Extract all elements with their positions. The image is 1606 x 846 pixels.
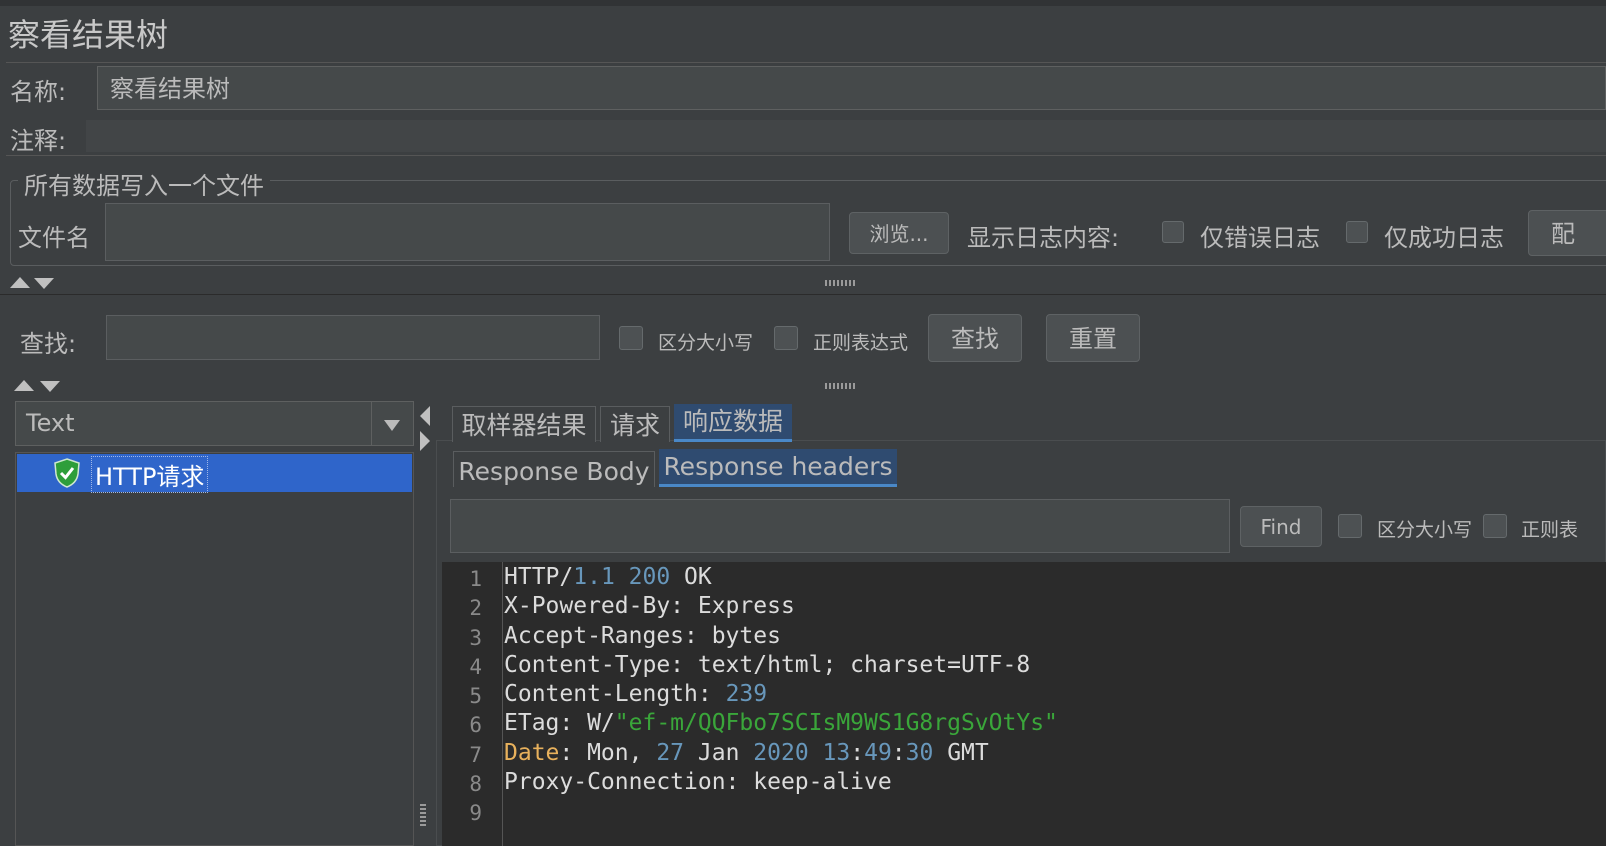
vertical-splitter-grip-icon[interactable] <box>420 804 426 826</box>
gutter-divider <box>502 562 503 846</box>
inner-case-sensitive-label: 区分大小写 <box>1377 519 1473 541</box>
header-line <box>504 797 1058 826</box>
line-number: 4 <box>469 654 482 679</box>
line-number: 3 <box>469 625 482 650</box>
inner-regex-checkbox[interactable] <box>1483 514 1507 538</box>
line-number: 2 <box>469 596 482 621</box>
line-number: 7 <box>469 742 482 767</box>
collapse-down-icon[interactable] <box>40 381 60 392</box>
tree-item-label: HTTP请求 <box>91 456 209 493</box>
regex-label: 正则表达式 <box>813 332 909 354</box>
expand-up-icon[interactable] <box>14 380 34 391</box>
comment-input[interactable] <box>86 120 1606 152</box>
splitter-grip-icon[interactable] <box>825 280 855 286</box>
name-input[interactable]: 察看结果树 <box>97 66 1606 110</box>
reset-button[interactable]: 重置 <box>1046 314 1140 362</box>
expand-up-icon[interactable] <box>10 277 30 288</box>
top-border <box>0 0 1606 6</box>
line-number: 1 <box>469 567 482 591</box>
header-line: X-Powered-By: Express <box>504 593 795 620</box>
line-number: 9 <box>469 801 482 826</box>
chevron-down-icon[interactable] <box>384 420 400 431</box>
success-only-label: 仅成功日志 <box>1384 224 1504 252</box>
header-line: Content-Type: text/html; charset=UTF-8 <box>504 651 1031 678</box>
name-label: 名称: <box>10 78 67 106</box>
header-line: Date: Mon, 27 Jan 2020 13:49:30 GMT <box>504 739 989 766</box>
result-tree[interactable] <box>15 452 414 846</box>
search-input[interactable] <box>106 315 600 360</box>
combo-divider <box>371 402 372 445</box>
log-content-label: 显示日志内容: <box>967 224 1120 252</box>
find-button[interactable]: 查找 <box>928 314 1022 362</box>
browse-button[interactable]: 浏览... <box>849 212 949 254</box>
config-button[interactable]: 配 <box>1528 210 1606 256</box>
success-shield-icon <box>54 458 80 488</box>
panel-title: 察看结果树 <box>8 16 169 54</box>
renderer-combo-value: Text <box>26 409 75 437</box>
line-number: 6 <box>469 713 482 738</box>
file-group-title: 所有数据写入一个文件 <box>18 166 270 201</box>
regex-checkbox[interactable] <box>774 326 798 350</box>
splitter-1[interactable] <box>0 270 1606 295</box>
filename-input[interactable] <box>105 203 830 261</box>
comment-label: 注释: <box>10 127 67 155</box>
tab-response-body[interactable]: Response Body <box>453 451 655 487</box>
line-number: 8 <box>469 772 482 797</box>
errors-only-label: 仅错误日志 <box>1200 224 1320 252</box>
header-line: Accept-Ranges: bytes <box>504 622 781 649</box>
inner-case-sensitive-checkbox[interactable] <box>1338 514 1362 538</box>
header-line: Proxy-Connection: keep-alive <box>504 769 892 796</box>
tab-sampler-result[interactable]: 取样器结果 <box>452 406 596 442</box>
tab-request[interactable]: 请求 <box>600 406 670 442</box>
inner-search-input[interactable] <box>450 499 1230 553</box>
tree-item-http-request[interactable]: HTTP请求 <box>17 454 412 493</box>
errors-only-checkbox[interactable] <box>1162 221 1184 243</box>
headers-code: HTTP/1.1 200 OK X-Powered-By: Express Acce… <box>504 563 1058 827</box>
collapse-down-icon[interactable] <box>34 278 54 289</box>
case-sensitive-checkbox[interactable] <box>619 326 643 350</box>
tab-response-data[interactable]: 响应数据 <box>674 404 792 442</box>
collapse-left-icon[interactable] <box>420 406 430 426</box>
header-line: Content-Length: 239 <box>504 681 768 708</box>
header-line: HTTP/1.1 200 OK <box>504 564 712 590</box>
inner-regex-label: 正则表 <box>1521 519 1579 541</box>
inner-find-button[interactable]: Find <box>1240 506 1322 547</box>
splitter-grip-icon[interactable] <box>825 383 855 389</box>
renderer-combo[interactable]: Text <box>15 401 414 446</box>
line-number: 5 <box>469 684 482 709</box>
expand-right-icon[interactable] <box>420 431 430 451</box>
search-label: 查找: <box>20 330 77 358</box>
header-line: ETag: W/"ef-m/QQFbo7SCIsM9WS1G8rgSvOtYs" <box>504 710 1058 737</box>
success-only-checkbox[interactable] <box>1346 221 1368 243</box>
filename-label: 文件名 <box>18 224 90 252</box>
line-number-gutter: 1 2 3 4 5 6 7 8 9 <box>442 565 482 829</box>
tab-response-headers[interactable]: Response headers <box>659 449 897 487</box>
case-sensitive-label: 区分大小写 <box>658 332 754 354</box>
